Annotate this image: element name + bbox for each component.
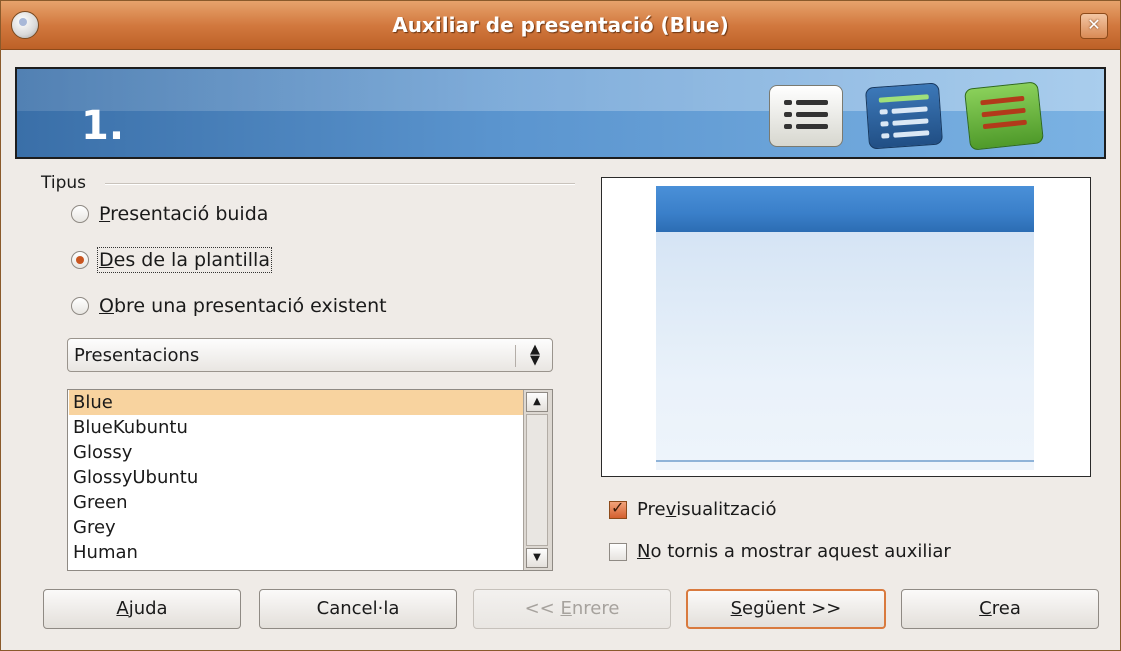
radio-label: Presentació buida: [99, 203, 269, 225]
radio-label: Obre una presentació existent: [99, 295, 387, 317]
template-preview: [601, 177, 1091, 477]
list-green-icon: [963, 81, 1045, 151]
list-item[interactable]: GlossyUbuntu: [69, 465, 524, 490]
radio-button[interactable]: [71, 205, 89, 223]
create-button[interactable]: Crea: [901, 589, 1099, 629]
preview-checkbox[interactable]: Previsualització: [609, 498, 777, 520]
preview-title-bar: [656, 186, 1034, 232]
close-button[interactable]: ✕: [1080, 13, 1108, 39]
list-item[interactable]: Glossy: [69, 440, 524, 465]
category-select-value: Presentacions: [74, 345, 200, 366]
preview-slide: [656, 186, 1034, 470]
checkbox[interactable]: [609, 542, 627, 561]
list-item[interactable]: Blue: [69, 390, 524, 415]
checkbox-label: Previsualització: [637, 499, 777, 520]
next-button[interactable]: Següent >>: [686, 589, 886, 629]
group-separator: [105, 183, 575, 185]
list-item[interactable]: Human: [69, 540, 524, 565]
category-select[interactable]: Presentacions ▲ ▼: [67, 338, 553, 372]
list-highlight-icon: [864, 82, 944, 150]
scroll-down-icon[interactable]: ▼: [526, 548, 548, 568]
radio-label: Des de la plantilla: [97, 247, 272, 273]
radio-open-existing[interactable]: Obre una presentació existent: [71, 295, 387, 317]
dont-show-again-checkbox[interactable]: No tornis a mostrar aquest auxiliar: [609, 541, 951, 562]
list-item[interactable]: Grey: [69, 515, 524, 540]
scroll-thumb[interactable]: [526, 414, 548, 546]
window-title: Auxiliar de presentació (Blue): [392, 13, 729, 37]
template-list[interactable]: Blue BlueKubuntu Glossy GlossyUbuntu Gre…: [67, 389, 553, 571]
title-bar[interactable]: Auxiliar de presentació (Blue) ✕: [1, 1, 1120, 50]
list-scrollbar[interactable]: ▲ ▼: [523, 390, 552, 570]
radio-button[interactable]: [71, 297, 89, 315]
preview-footer-line: [656, 460, 1034, 462]
scroll-up-icon[interactable]: ▲: [526, 392, 548, 412]
list-item[interactable]: Green: [69, 490, 524, 515]
combo-divider: [515, 345, 516, 367]
type-group-label: Tipus: [41, 173, 87, 193]
help-button[interactable]: Ajuda: [43, 589, 241, 629]
list-item[interactable]: BlueKubuntu: [69, 415, 524, 440]
step-banner: 1.: [15, 67, 1106, 159]
checkbox-label: No tornis a mostrar aquest auxiliar: [637, 541, 951, 562]
wizard-window: Auxiliar de presentació (Blue) ✕ 1. Tipu…: [0, 0, 1121, 651]
cancel-button[interactable]: Cancel·la: [259, 589, 457, 629]
step-number: 1.: [81, 103, 125, 149]
list-icon: [769, 85, 843, 147]
checkbox[interactable]: [609, 498, 627, 519]
radio-from-template[interactable]: Des de la plantilla: [71, 247, 272, 273]
back-button[interactable]: << Enrere: [473, 589, 671, 629]
up-down-arrows-icon[interactable]: ▲ ▼: [530, 343, 540, 367]
radio-empty-presentation[interactable]: Presentació buida: [71, 203, 268, 225]
radio-button[interactable]: [71, 251, 89, 269]
